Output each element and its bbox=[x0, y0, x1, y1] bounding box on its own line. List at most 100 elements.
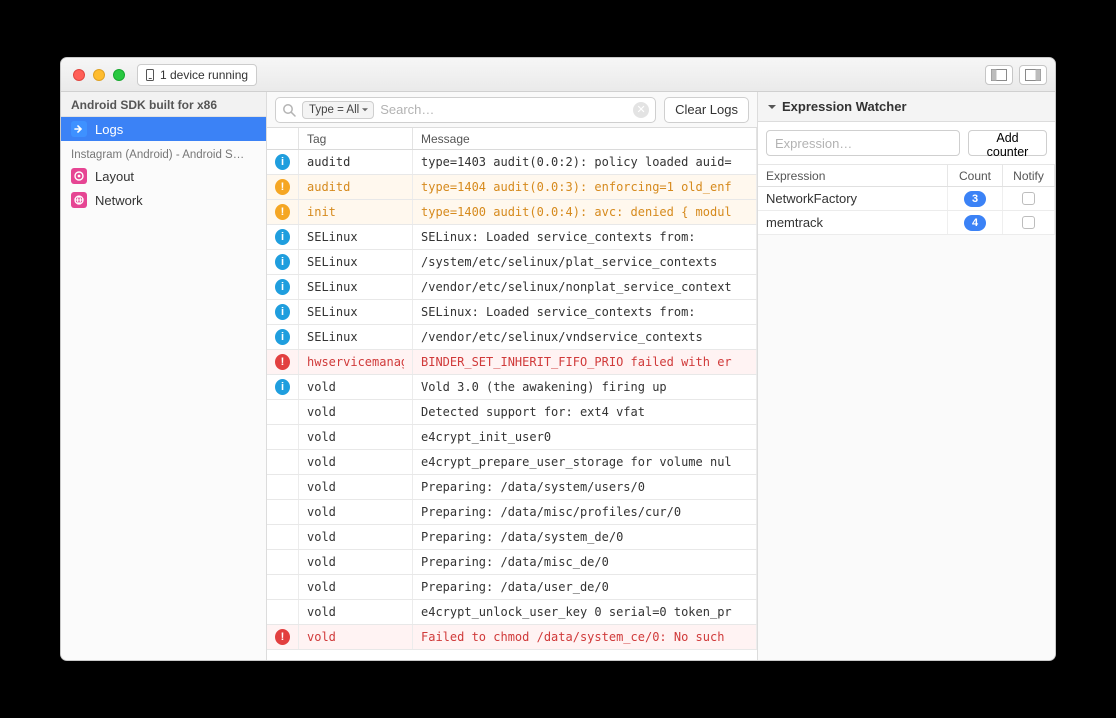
app-window: 1 device running Android SDK built for x… bbox=[60, 57, 1056, 661]
log-row[interactable]: voldDetected support for: ext4 vfat bbox=[267, 400, 757, 425]
log-tag: vold bbox=[307, 405, 336, 419]
log-tag: vold bbox=[307, 380, 336, 394]
clear-search-icon[interactable]: ✕ bbox=[633, 102, 649, 118]
log-message: Preparing: /data/system/users/0 bbox=[421, 480, 645, 494]
logs-table: Tag Message iauditdtype=1403 audit(0.0:2… bbox=[267, 128, 757, 660]
expression-watcher-panel: Expression Watcher Add counter Expressio… bbox=[757, 92, 1055, 660]
log-row[interactable]: vold Preparing: /data/system_de/0 bbox=[267, 525, 757, 550]
level-info-icon: i bbox=[275, 279, 290, 295]
watcher-row[interactable]: NetworkFactory3 bbox=[758, 187, 1055, 211]
level-info-icon: i bbox=[275, 154, 290, 170]
log-row[interactable]: iSELinuxSELinux: Loaded service_contexts… bbox=[267, 225, 757, 250]
logs-toolbar: Type = All ✕ Clear Logs bbox=[267, 92, 757, 128]
log-tag: init bbox=[307, 205, 336, 219]
log-row[interactable]: ivoldVold 3.0 (the awakening) firing up bbox=[267, 375, 757, 400]
log-row[interactable]: volde4crypt_unlock_user_key 0 serial=0 t… bbox=[267, 600, 757, 625]
log-message: SELinux: Loaded service_contexts from: bbox=[421, 230, 696, 244]
log-tag: vold bbox=[307, 605, 336, 619]
notify-checkbox[interactable] bbox=[1022, 216, 1035, 229]
log-message: Preparing: /data/system_de/0 bbox=[421, 530, 623, 544]
col-level[interactable] bbox=[267, 128, 299, 149]
panel-right-icon bbox=[1025, 69, 1041, 81]
watcher-row[interactable]: memtrack4 bbox=[758, 211, 1055, 235]
network-icon bbox=[71, 192, 87, 208]
log-row[interactable]: !auditdtype=1404 audit(0.0:3): enforcing… bbox=[267, 175, 757, 200]
clear-logs-button[interactable]: Clear Logs bbox=[664, 97, 749, 123]
log-row[interactable]: voldPreparing: /data/user_de/0 bbox=[267, 575, 757, 600]
close-icon[interactable] bbox=[73, 69, 85, 81]
log-tag: vold bbox=[307, 555, 336, 569]
type-filter-chip[interactable]: Type = All bbox=[302, 101, 374, 119]
log-row[interactable]: iSELinux/vendor/etc/selinux/vndservice_c… bbox=[267, 325, 757, 350]
logs-panel: Type = All ✕ Clear Logs Tag Message iaud… bbox=[267, 92, 757, 660]
sidebar-item-label: Layout bbox=[95, 169, 134, 184]
sidebar: Android SDK built for x86 Logs Instagram… bbox=[61, 92, 267, 660]
log-tag: SELinux bbox=[307, 305, 358, 319]
watcher-header[interactable]: Expression Watcher bbox=[758, 92, 1055, 122]
search-icon bbox=[282, 103, 296, 117]
window-controls bbox=[69, 69, 125, 81]
logs-header-row: Tag Message bbox=[267, 128, 757, 150]
log-message: /vendor/etc/selinux/nonplat_service_cont… bbox=[421, 280, 732, 294]
log-message: SELinux: Loaded service_contexts from: bbox=[421, 305, 696, 319]
log-row[interactable]: vold Preparing: /data/system/users/0 bbox=[267, 475, 757, 500]
level-info-icon: i bbox=[275, 379, 290, 395]
sidebar-item-network[interactable]: Network bbox=[61, 188, 266, 212]
watcher-columns: Expression Count Notify bbox=[758, 165, 1055, 187]
minimize-icon[interactable] bbox=[93, 69, 105, 81]
level-warn-icon: ! bbox=[275, 179, 290, 195]
expression-input[interactable] bbox=[766, 130, 960, 156]
log-tag: SELinux bbox=[307, 280, 358, 294]
device-status-chip[interactable]: 1 device running bbox=[137, 64, 257, 86]
sidebar-item-label: Logs bbox=[95, 122, 123, 137]
log-row[interactable]: volde4crypt_prepare_user_storage for vol… bbox=[267, 450, 757, 475]
notify-checkbox[interactable] bbox=[1022, 192, 1035, 205]
log-row[interactable]: vold e4crypt_init_user0 bbox=[267, 425, 757, 450]
title-bar: 1 device running bbox=[61, 58, 1055, 92]
search-field[interactable]: Type = All ✕ bbox=[275, 97, 656, 123]
level-info-icon: i bbox=[275, 329, 290, 345]
log-tag: vold bbox=[307, 480, 336, 494]
log-row[interactable]: vold Preparing: /data/misc_de/0 bbox=[267, 550, 757, 575]
log-tag: vold bbox=[307, 430, 336, 444]
log-tag: SELinux bbox=[307, 230, 358, 244]
watcher-title: Expression Watcher bbox=[782, 99, 907, 114]
disclosure-triangle-icon bbox=[768, 105, 776, 113]
watcher-expression: memtrack bbox=[766, 215, 823, 230]
phone-icon bbox=[146, 69, 154, 81]
log-row[interactable]: iSELinux/system/etc/selinux/plat_service… bbox=[267, 250, 757, 275]
add-counter-button[interactable]: Add counter bbox=[968, 130, 1047, 156]
log-row[interactable]: voldPreparing: /data/misc/profiles/cur/0 bbox=[267, 500, 757, 525]
col-count[interactable]: Count bbox=[948, 165, 1003, 186]
panel-left-icon bbox=[991, 69, 1007, 81]
panel-right-toggle[interactable] bbox=[1019, 65, 1047, 85]
log-row[interactable]: iauditdtype=1403 audit(0.0:2): policy lo… bbox=[267, 150, 757, 175]
device-status-label: 1 device running bbox=[160, 68, 248, 82]
log-row[interactable]: !voldFailed to chmod /data/system_ce/0: … bbox=[267, 625, 757, 650]
sidebar-item-layout[interactable]: Layout bbox=[61, 164, 266, 188]
col-notify[interactable]: Notify bbox=[1003, 165, 1055, 186]
search-input[interactable] bbox=[380, 102, 627, 117]
log-message: type=1403 audit(0.0:2): policy loaded au… bbox=[421, 155, 732, 169]
level-info-icon: i bbox=[275, 254, 290, 270]
count-badge: 3 bbox=[964, 191, 986, 207]
sidebar-group-device: Android SDK built for x86 bbox=[61, 92, 266, 117]
log-row[interactable]: !inittype=1400 audit(0.0:4): avc: denied… bbox=[267, 200, 757, 225]
zoom-icon[interactable] bbox=[113, 69, 125, 81]
log-tag: vold bbox=[307, 530, 336, 544]
logs-body[interactable]: iauditdtype=1403 audit(0.0:2): policy lo… bbox=[267, 150, 757, 660]
panel-left-toggle[interactable] bbox=[985, 65, 1013, 85]
log-message: e4crypt_init_user0 bbox=[421, 430, 551, 444]
log-message: Failed to chmod /data/system_ce/0: No su… bbox=[421, 630, 724, 644]
log-row[interactable]: iSELinuxSELinux: Loaded service_contexts… bbox=[267, 300, 757, 325]
col-expression[interactable]: Expression bbox=[758, 165, 948, 186]
log-row[interactable]: i SELinux/vendor/etc/selinux/nonplat_serv… bbox=[267, 275, 757, 300]
col-tag[interactable]: Tag bbox=[299, 128, 413, 149]
level-err-icon: ! bbox=[275, 354, 290, 370]
col-message[interactable]: Message bbox=[413, 128, 757, 149]
sidebar-group-app: Instagram (Android) - Android S… bbox=[61, 141, 266, 164]
log-message: Preparing: /data/misc_de/0 bbox=[421, 555, 609, 569]
sidebar-item-logs[interactable]: Logs bbox=[61, 117, 266, 141]
log-message: e4crypt_prepare_user_storage for volume … bbox=[421, 455, 732, 469]
log-row[interactable]: !hwservicemanagBINDER_SET_INHERIT_FIFO_P… bbox=[267, 350, 757, 375]
